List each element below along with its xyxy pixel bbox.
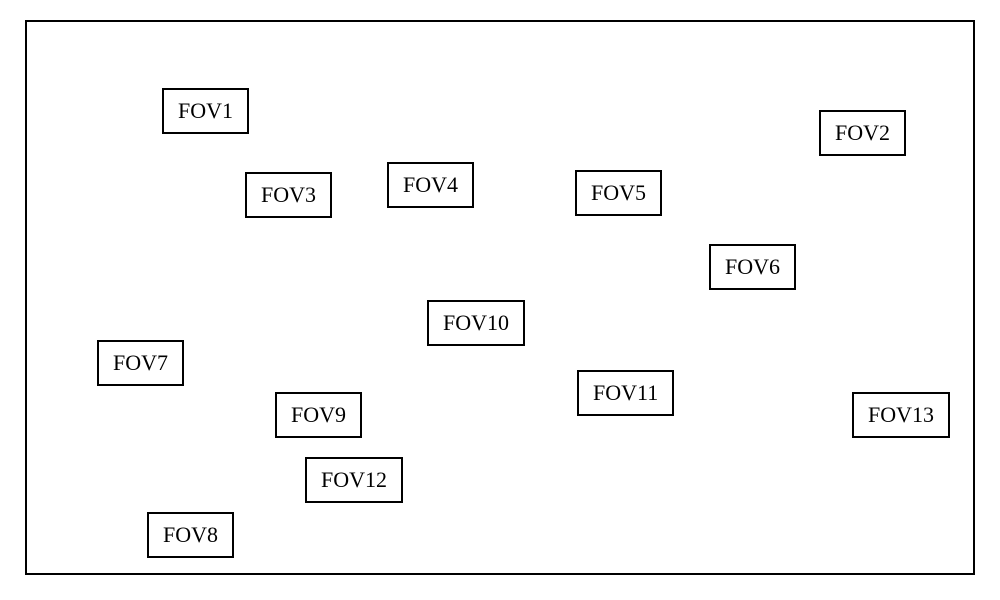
fov-box-12: FOV12 [305,457,403,503]
fov-box-9: FOV9 [275,392,362,438]
fov-box-5: FOV5 [575,170,662,216]
fov-box-11: FOV11 [577,370,674,416]
diagram-frame: FOV1 FOV2 FOV3 FOV4 FOV5 FOV6 FOV7 FOV10… [25,20,975,575]
fov-label: FOV10 [443,310,509,336]
fov-box-13: FOV13 [852,392,950,438]
fov-box-3: FOV3 [245,172,332,218]
fov-label: FOV6 [725,254,780,280]
fov-label: FOV8 [163,522,218,548]
fov-box-2: FOV2 [819,110,906,156]
fov-label: FOV4 [403,172,458,198]
fov-label: FOV1 [178,98,233,124]
fov-label: FOV3 [261,182,316,208]
fov-box-7: FOV7 [97,340,184,386]
fov-label: FOV7 [113,350,168,376]
fov-box-10: FOV10 [427,300,525,346]
fov-box-4: FOV4 [387,162,474,208]
fov-box-1: FOV1 [162,88,249,134]
fov-label: FOV2 [835,120,890,146]
fov-box-6: FOV6 [709,244,796,290]
fov-label: FOV11 [593,380,658,406]
fov-box-8: FOV8 [147,512,234,558]
fov-label: FOV13 [868,402,934,428]
fov-label: FOV5 [591,180,646,206]
fov-label: FOV9 [291,402,346,428]
fov-label: FOV12 [321,467,387,493]
